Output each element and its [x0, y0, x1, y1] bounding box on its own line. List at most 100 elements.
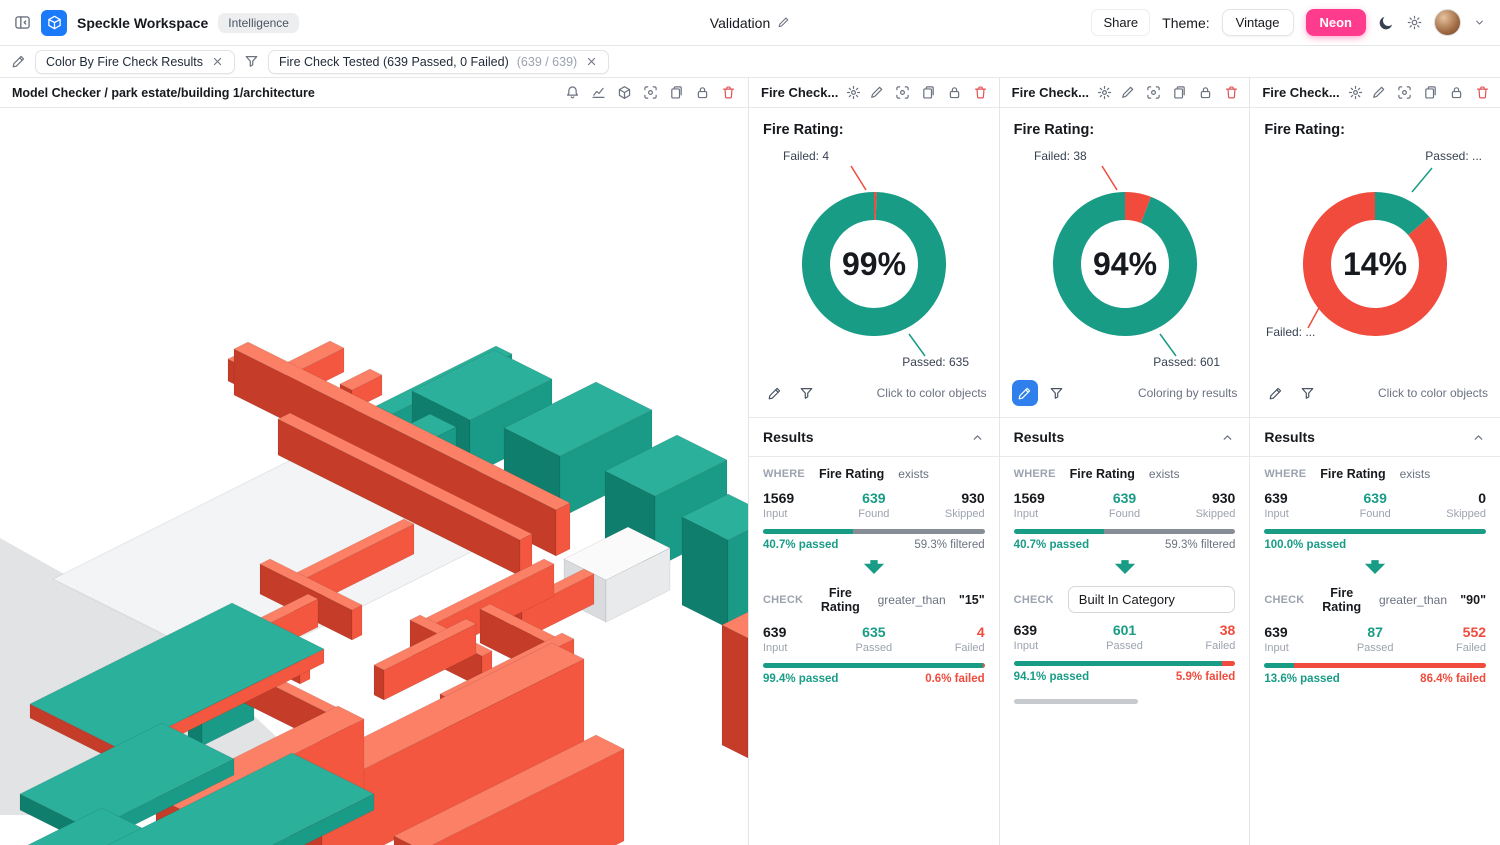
- lock-icon[interactable]: [695, 85, 710, 100]
- scan-icon[interactable]: [1146, 85, 1161, 100]
- panel-header: Fire Check...: [749, 78, 999, 108]
- bell-icon[interactable]: [565, 85, 580, 100]
- results-header[interactable]: Results: [1000, 417, 1250, 457]
- pencil-icon[interactable]: [1371, 85, 1386, 100]
- stat-value: 639: [1014, 622, 1088, 638]
- funnel-icon[interactable]: [244, 54, 259, 69]
- action-caption: Click to color objects: [877, 386, 987, 400]
- clause-operator: exists: [898, 467, 929, 481]
- trash-icon[interactable]: [721, 85, 736, 100]
- close-icon[interactable]: [211, 55, 224, 68]
- gear-icon[interactable]: [1097, 85, 1112, 100]
- where-clause: WHERE Fire Rating exists 639Input 639Fou…: [1250, 457, 1500, 551]
- category-select[interactable]: Built In Category: [1068, 586, 1236, 613]
- chip-count: (639 / 639): [517, 55, 577, 69]
- stat-value: 552: [1412, 624, 1486, 640]
- stat-label: Input: [1014, 640, 1088, 652]
- avatar[interactable]: [1434, 9, 1461, 36]
- stat-label: Skipped: [911, 508, 985, 520]
- close-icon[interactable]: [585, 55, 598, 68]
- panel-body: Fire Rating: 99%Failed: 4Passed: 635 Cli…: [749, 108, 999, 845]
- results-header[interactable]: Results: [1250, 417, 1500, 457]
- clause-keyword: WHERE: [1014, 468, 1056, 480]
- clause-operator: greater_than: [1379, 593, 1447, 607]
- chart-icon[interactable]: [591, 85, 606, 100]
- horizontal-scrollbar[interactable]: [1014, 699, 1236, 704]
- clause-value: "15": [959, 593, 985, 607]
- trash-icon[interactable]: [1475, 85, 1490, 100]
- filtered-caption: 59.3% filtered: [914, 539, 984, 551]
- pencil-icon[interactable]: [869, 85, 884, 100]
- pages-icon[interactable]: [669, 85, 684, 100]
- chevron-up-icon[interactable]: [1220, 430, 1235, 445]
- scan-icon[interactable]: [643, 85, 658, 100]
- collapse-sidebar-icon[interactable]: [14, 14, 31, 31]
- filter-objects-button[interactable]: [1044, 380, 1070, 406]
- pages-icon[interactable]: [1423, 85, 1438, 100]
- section-title: Fire Rating:: [1000, 108, 1250, 138]
- failed-caption: 0.6% failed: [925, 673, 984, 685]
- theme-neon-button[interactable]: Neon: [1306, 9, 1367, 36]
- stat-value: 639: [837, 490, 911, 506]
- chevron-up-icon[interactable]: [970, 430, 985, 445]
- trash-icon[interactable]: [973, 85, 988, 100]
- stat-label: Failed: [1161, 640, 1235, 652]
- theme-vintage-button[interactable]: Vintage: [1222, 9, 1294, 36]
- actions-row: Coloring by results: [1000, 372, 1250, 417]
- light-mode-icon[interactable]: [1407, 15, 1422, 30]
- stat-value: 639: [1338, 490, 1412, 506]
- chip-label: Color By Fire Check Results: [46, 55, 203, 69]
- filter-objects-button[interactable]: [793, 380, 819, 406]
- svg-text:94%: 94%: [1092, 246, 1156, 282]
- color-objects-button[interactable]: [761, 380, 787, 406]
- stat-label: Found: [1338, 508, 1412, 520]
- gear-icon[interactable]: [1348, 85, 1363, 100]
- trash-icon[interactable]: [1224, 85, 1239, 100]
- lock-icon[interactable]: [947, 85, 962, 100]
- color-objects-button[interactable]: [1012, 380, 1038, 406]
- building-model[interactable]: [0, 108, 748, 845]
- share-button[interactable]: Share: [1091, 9, 1150, 36]
- theme-label: Theme:: [1162, 15, 1209, 31]
- pages-icon[interactable]: [921, 85, 936, 100]
- color-filter-chip[interactable]: Color By Fire Check Results: [35, 50, 235, 74]
- lock-icon[interactable]: [1198, 85, 1213, 100]
- stat-label: Input: [1264, 508, 1338, 520]
- progress-bar: [1264, 529, 1486, 534]
- stat-value: 930: [1161, 490, 1235, 506]
- model-canvas[interactable]: [0, 108, 748, 845]
- stat-value: 1569: [763, 490, 837, 506]
- scan-icon[interactable]: [895, 85, 910, 100]
- edit-title-icon[interactable]: [777, 16, 790, 29]
- section-title: Fire Rating:: [749, 108, 999, 138]
- gear-icon[interactable]: [846, 85, 861, 100]
- failed-caption: 5.9% failed: [1176, 671, 1235, 683]
- panel-title: Fire Check...: [1262, 85, 1339, 100]
- results-header[interactable]: Results: [749, 417, 999, 457]
- document-title-group: Validation: [710, 15, 790, 31]
- cube-icon[interactable]: [617, 85, 632, 100]
- clause-field: Fire Rating: [816, 586, 864, 615]
- check-panel-1: Fire Check... Fire Rating: 99%Failed: 4P…: [748, 78, 999, 845]
- check-clause: CHECK Built In Category 639Input 601Pass…: [1000, 576, 1250, 683]
- chevron-down-icon[interactable]: [1473, 16, 1486, 29]
- panel-toolbar: [1120, 85, 1239, 100]
- main-content: Model Checker / park estate/building 1/a…: [0, 78, 1500, 845]
- passed-caption: 13.6% passed: [1264, 673, 1339, 685]
- svg-text:Failed: ...: Failed: ...: [1266, 325, 1315, 339]
- chevron-up-icon[interactable]: [1471, 430, 1486, 445]
- filter-objects-button[interactable]: [1294, 380, 1320, 406]
- scan-icon[interactable]: [1397, 85, 1412, 100]
- progress-bar: [1264, 663, 1486, 668]
- pencil-icon[interactable]: [1120, 85, 1135, 100]
- dark-mode-icon[interactable]: [1378, 14, 1395, 31]
- svg-text:99%: 99%: [842, 246, 906, 282]
- scrollbar-thumb[interactable]: [1014, 699, 1138, 704]
- fire-check-filter-chip[interactable]: Fire Check Tested (639 Passed, 0 Failed)…: [268, 50, 609, 74]
- color-objects-button[interactable]: [1262, 380, 1288, 406]
- flow-arrow-icon: [1113, 560, 1137, 575]
- color-icon[interactable]: [11, 54, 26, 69]
- lock-icon[interactable]: [1449, 85, 1464, 100]
- stat-label: Passed: [1088, 640, 1162, 652]
- pages-icon[interactable]: [1172, 85, 1187, 100]
